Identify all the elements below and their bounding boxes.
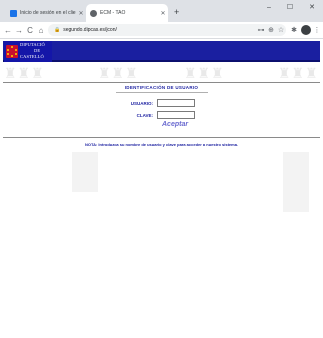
new-tab-button[interactable]: + — [174, 5, 179, 19]
reload-icon[interactable]: C — [25, 25, 35, 36]
castle-watermark-icon — [283, 152, 309, 212]
password-input[interactable] — [157, 111, 195, 119]
tab-strip: Inicio de sesión en el cliente ext ✕ ECM… — [0, 0, 323, 22]
login-note: NOTA: Introduzca su nombre de usuario y … — [84, 142, 239, 147]
address-text: segundo.dipcas.es/jcon/ — [63, 27, 117, 33]
key-icon[interactable]: ⊶ — [256, 25, 266, 36]
minimize-button[interactable]: – — [262, 3, 276, 13]
extensions-icon[interactable]: ✱ — [289, 25, 299, 36]
menu-icon[interactable]: ⋮ — [312, 25, 322, 36]
tab-ecm-tao[interactable]: ECM - TAO ✕ — [86, 4, 168, 22]
title-underline — [116, 92, 208, 93]
tab-title: ECM - TAO — [100, 10, 126, 16]
tab-favicon-icon — [90, 9, 97, 17]
divider — [3, 137, 320, 138]
crown-watermark-icon: ♜♜♜ — [184, 66, 225, 82]
user-input[interactable] — [157, 99, 195, 107]
tab-close-icon[interactable]: ✕ — [158, 10, 168, 17]
castle-watermark-icon — [72, 152, 98, 192]
tab-favicon-icon — [10, 9, 17, 17]
crown-watermark-icon: ♜♜♜ — [98, 66, 139, 82]
zoom-icon[interactable]: ⊕ — [266, 25, 276, 36]
coat-of-arms-icon — [6, 45, 18, 58]
bookmark-star-icon[interactable]: ☆ — [276, 25, 286, 36]
browser-toolbar: ← → C ⌂ 🔒 segundo.dipcas.es/jcon/ ⊶ ⊕ ☆ … — [0, 22, 323, 39]
maximize-button[interactable]: ☐ — [283, 3, 297, 13]
accept-button[interactable]: Aceptar — [162, 121, 188, 128]
crown-watermark-icon: ♜♜♜ — [278, 66, 319, 82]
site-header: DIPUTACIÓ DE CASTELLÓ — [3, 41, 320, 62]
user-label: USUARIO: — [130, 101, 153, 106]
tab-login-client[interactable]: Inicio de sesión en el cliente ext ✕ — [6, 4, 86, 22]
diputacio-logo[interactable]: DIPUTACIÓ DE CASTELLÓ — [4, 41, 52, 62]
logo-text: DIPUTACIÓ DE CASTELLÓ — [20, 42, 45, 59]
window-close-button[interactable]: ✕ — [305, 3, 319, 13]
divider — [3, 82, 320, 83]
forward-icon[interactable]: → — [14, 25, 24, 36]
password-label: CLAVE: — [136, 113, 153, 118]
address-bar[interactable]: 🔒 segundo.dipcas.es/jcon/ — [48, 24, 286, 36]
profile-avatar[interactable] — [301, 25, 311, 35]
login-title: IDENTIFICACIÓN DE USUARIO — [124, 85, 199, 90]
crown-watermark-icon: ♜♜♜ — [4, 66, 45, 82]
lock-icon: 🔒 — [54, 27, 61, 33]
tab-title: Inicio de sesión en el cliente ext — [20, 10, 76, 16]
tab-close-icon[interactable]: ✕ — [76, 10, 86, 17]
back-icon[interactable]: ← — [3, 25, 13, 36]
home-icon[interactable]: ⌂ — [36, 25, 46, 36]
